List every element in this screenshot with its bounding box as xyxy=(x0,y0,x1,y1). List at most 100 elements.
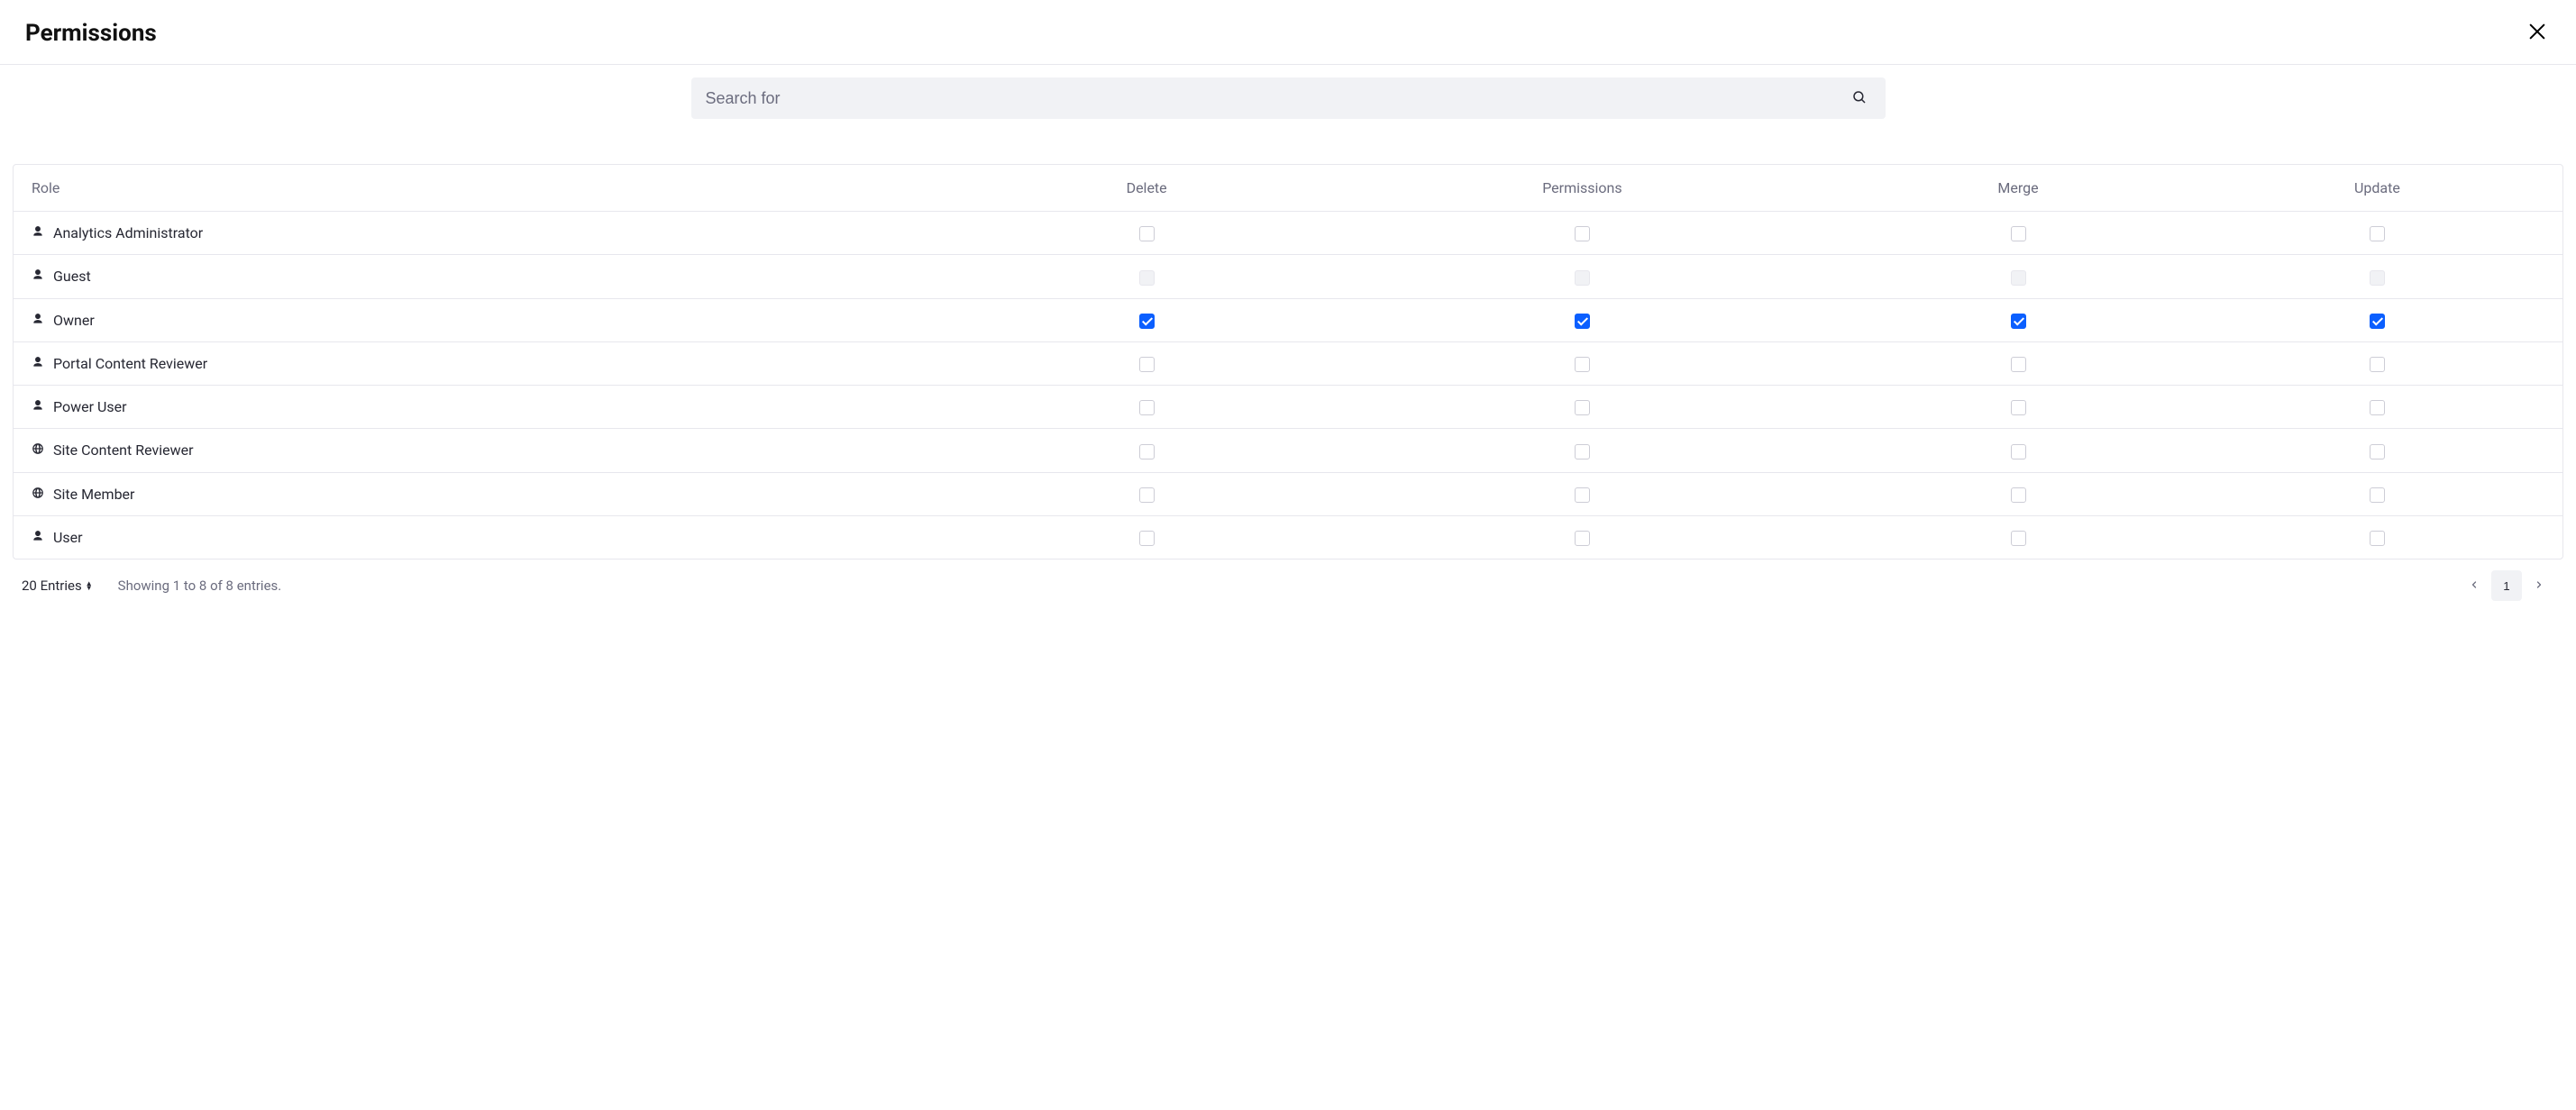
close-icon xyxy=(2527,22,2547,44)
checkbox-update[interactable] xyxy=(2370,357,2385,372)
checkbox-cell-update xyxy=(2192,386,2562,429)
checkbox-cell-permissions xyxy=(1320,298,1845,341)
checkbox-merge[interactable] xyxy=(2011,444,2026,459)
col-update: Update xyxy=(2192,165,2562,212)
permissions-table: Role Delete Permissions Merge Update Ana… xyxy=(14,165,2562,559)
prev-page-button[interactable] xyxy=(2459,570,2489,601)
checkbox-cell-permissions xyxy=(1320,386,1845,429)
table-row: Guest xyxy=(14,255,2562,298)
search-button[interactable] xyxy=(1848,86,1871,112)
checkbox-merge[interactable] xyxy=(2011,531,2026,546)
role-name: Portal Content Reviewer xyxy=(53,355,207,372)
col-permissions: Permissions xyxy=(1320,165,1845,212)
search-box xyxy=(691,77,1886,119)
checkbox-delete[interactable] xyxy=(1139,357,1155,372)
checkbox-cell-delete xyxy=(973,429,1320,472)
user-icon xyxy=(32,398,44,415)
checkbox-update[interactable] xyxy=(2370,487,2385,503)
checkbox-cell-delete xyxy=(973,386,1320,429)
next-page-button[interactable] xyxy=(2524,570,2554,601)
table-row: Site Content Reviewer xyxy=(14,429,2562,472)
checkbox-permissions[interactable] xyxy=(1575,400,1590,415)
checkbox-delete[interactable] xyxy=(1139,400,1155,415)
checkbox-permissions[interactable] xyxy=(1575,444,1590,459)
checkbox-cell-permissions xyxy=(1320,212,1845,255)
entries-per-page-select[interactable]: 20 Entries ▲▼ xyxy=(22,578,93,594)
table-row: User xyxy=(14,515,2562,559)
search-input[interactable] xyxy=(706,89,1848,108)
checkbox-delete[interactable] xyxy=(1139,487,1155,503)
page-title: Permissions xyxy=(25,20,157,47)
checkbox-cell-update xyxy=(2192,515,2562,559)
user-icon xyxy=(32,529,44,546)
checkbox-delete xyxy=(1139,270,1155,286)
checkbox-update[interactable] xyxy=(2370,314,2385,329)
checkbox-cell-delete xyxy=(973,515,1320,559)
chevron-right-icon xyxy=(2534,579,2544,593)
checkbox-cell-merge xyxy=(1844,212,2192,255)
table-row: Site Member xyxy=(14,472,2562,515)
role-cell: User xyxy=(14,515,973,559)
checkbox-delete[interactable] xyxy=(1139,226,1155,241)
close-button[interactable] xyxy=(2524,18,2551,48)
user-icon xyxy=(32,268,44,285)
checkbox-delete[interactable] xyxy=(1139,314,1155,329)
checkbox-update[interactable] xyxy=(2370,226,2385,241)
checkbox-delete[interactable] xyxy=(1139,531,1155,546)
checkbox-merge xyxy=(2011,270,2026,286)
checkbox-delete[interactable] xyxy=(1139,444,1155,459)
role-name: User xyxy=(53,529,83,546)
pagination: 1 xyxy=(2459,570,2554,601)
checkbox-permissions[interactable] xyxy=(1575,531,1590,546)
checkbox-cell-permissions xyxy=(1320,255,1845,298)
col-delete: Delete xyxy=(973,165,1320,212)
search-wrap xyxy=(0,65,2576,132)
table-row: Power User xyxy=(14,386,2562,429)
checkbox-permissions[interactable] xyxy=(1575,226,1590,241)
role-cell: Site Content Reviewer xyxy=(14,429,973,472)
checkbox-update[interactable] xyxy=(2370,444,2385,459)
checkbox-cell-update xyxy=(2192,341,2562,385)
role-cell: Portal Content Reviewer xyxy=(14,341,973,385)
role-name: Owner xyxy=(53,312,95,329)
footer-bar: 20 Entries ▲▼ Showing 1 to 8 of 8 entrie… xyxy=(0,560,2576,612)
role-name: Site Member xyxy=(53,486,134,503)
user-icon xyxy=(32,224,44,241)
checkbox-cell-delete xyxy=(973,341,1320,385)
checkbox-merge[interactable] xyxy=(2011,487,2026,503)
header-bar: Permissions xyxy=(0,0,2576,65)
checkbox-cell-merge xyxy=(1844,515,2192,559)
checkbox-update xyxy=(2370,270,2385,286)
showing-text: Showing 1 to 8 of 8 entries. xyxy=(118,578,282,594)
checkbox-merge[interactable] xyxy=(2011,226,2026,241)
checkbox-cell-update xyxy=(2192,429,2562,472)
checkbox-update[interactable] xyxy=(2370,400,2385,415)
checkbox-cell-delete xyxy=(973,255,1320,298)
checkbox-permissions[interactable] xyxy=(1575,357,1590,372)
globe-icon xyxy=(32,441,44,459)
checkbox-merge[interactable] xyxy=(2011,357,2026,372)
table-row: Portal Content Reviewer xyxy=(14,341,2562,385)
checkbox-cell-permissions xyxy=(1320,429,1845,472)
role-cell: Guest xyxy=(14,255,973,298)
checkbox-cell-merge xyxy=(1844,386,2192,429)
checkbox-cell-merge xyxy=(1844,255,2192,298)
table-row: Analytics Administrator xyxy=(14,212,2562,255)
col-role: Role xyxy=(14,165,973,212)
checkbox-permissions[interactable] xyxy=(1575,487,1590,503)
sort-icon: ▲▼ xyxy=(86,581,93,590)
checkbox-permissions[interactable] xyxy=(1575,314,1590,329)
role-cell: Power User xyxy=(14,386,973,429)
checkbox-cell-delete xyxy=(973,472,1320,515)
checkbox-merge[interactable] xyxy=(2011,314,2026,329)
checkbox-update[interactable] xyxy=(2370,531,2385,546)
role-cell: Owner xyxy=(14,298,973,341)
role-name: Site Content Reviewer xyxy=(53,441,194,459)
chevron-left-icon xyxy=(2469,579,2480,593)
checkbox-merge[interactable] xyxy=(2011,400,2026,415)
search-icon xyxy=(1851,89,1868,108)
checkbox-cell-delete xyxy=(973,298,1320,341)
checkbox-cell-merge xyxy=(1844,298,2192,341)
checkbox-cell-merge xyxy=(1844,341,2192,385)
page-1-button[interactable]: 1 xyxy=(2491,570,2522,601)
